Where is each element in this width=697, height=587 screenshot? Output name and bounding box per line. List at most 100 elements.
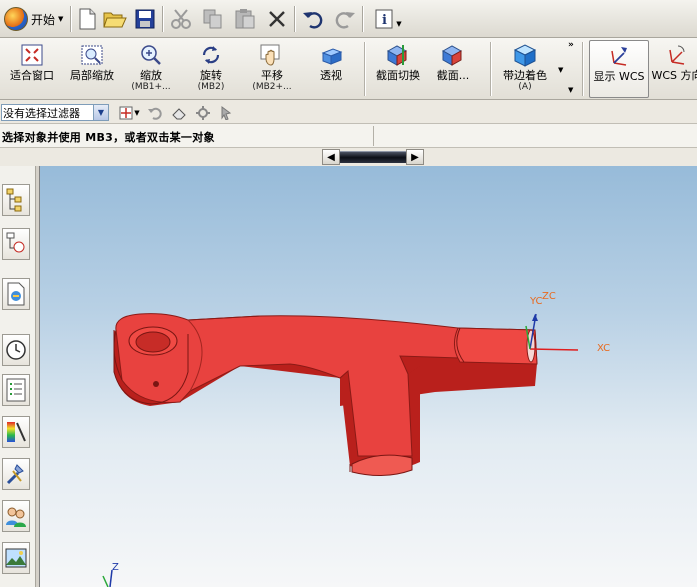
section-button[interactable]: 截面...: [432, 40, 474, 98]
shaded-with-edges-shortcut: (A): [518, 82, 532, 92]
chevron-down-icon: ▼: [396, 20, 402, 28]
assembly-tree-icon: [6, 188, 22, 212]
wcs-triad[interactable]: XC YC ZC: [525, 291, 610, 354]
constraint-icon: [6, 232, 25, 253]
eraser-icon: [172, 107, 186, 119]
delete-icon: [269, 11, 285, 27]
fit-view-button[interactable]: 适合窗口: [4, 40, 60, 98]
model-view: XC YC ZC Z: [102, 291, 610, 587]
toolbar-divider: [294, 6, 295, 32]
open-button[interactable]: [102, 6, 128, 32]
selection-option-button[interactable]: [194, 104, 212, 121]
select-all-button[interactable]: [170, 104, 188, 121]
display-wcs-button[interactable]: 显示 WCS: [589, 40, 649, 98]
wcs-x-label: XC: [597, 343, 610, 354]
web-browser-button[interactable]: [2, 500, 30, 532]
view-slider-strip: ◀ ▶: [0, 148, 697, 166]
prompt-bar: 选择对象并使用 MB3，或者双击某一对象: [0, 124, 697, 148]
open-folder-icon: [103, 12, 127, 28]
toolbar-divider: [362, 6, 363, 32]
shaded-with-edges-button[interactable]: 带边着色 (A): [496, 40, 554, 98]
new-file-button[interactable]: [74, 6, 100, 32]
perspective-button[interactable]: 透视: [308, 40, 354, 98]
wcs-y-label: YC: [529, 296, 543, 307]
cut-icon: [171, 9, 191, 29]
pan-label: 平移: [261, 69, 283, 82]
rotate-shortcut: (MB2): [197, 82, 225, 92]
slider-left-button[interactable]: ◀: [322, 149, 340, 165]
graphics-window[interactable]: XC YC ZC Z: [40, 166, 697, 587]
undo-selection-button[interactable]: [146, 104, 164, 121]
info-icon: i: [375, 9, 393, 29]
zoom-region-label: 局部缩放: [70, 69, 114, 82]
pan-button[interactable]: 平移 (MB2+...: [246, 40, 298, 98]
rotate-button[interactable]: 旋转 (MB2): [186, 40, 236, 98]
nx-window: 开始 ▼ i ▼ 适合窗口 局部缩放 缩放 (MB1+... 旋转 (MB2) …: [0, 0, 697, 587]
perspective-label: 透视: [320, 69, 342, 82]
start-logo-icon: [4, 7, 28, 31]
quick-access-bar: 开始 ▼ i ▼: [0, 0, 697, 38]
svg-text:i: i: [382, 13, 387, 28]
cursor-option-button[interactable]: [218, 104, 236, 121]
section-toggle-icon: [386, 45, 408, 66]
roles-button[interactable]: [2, 458, 30, 490]
part-navigator-button[interactable]: [2, 278, 30, 310]
chevron-down-icon[interactable]: ▼: [93, 105, 108, 120]
type-filter-select[interactable]: 没有选择过滤器 ▼: [1, 104, 109, 121]
section-label: 截面...: [436, 69, 470, 82]
pan-hand-icon: [260, 44, 280, 66]
slider-right-button[interactable]: ▶: [406, 149, 424, 165]
more-tools-chevron-icon[interactable]: »: [568, 40, 574, 50]
users-icon: [6, 507, 26, 527]
wcs-orient-button[interactable]: WCS 方向: [651, 40, 697, 98]
pan-shortcut: (MB2+...: [252, 82, 292, 92]
cut-button[interactable]: [168, 6, 194, 32]
ribbon-divider: [364, 42, 365, 96]
zoom-label: 缩放: [140, 69, 162, 82]
redo-button[interactable]: [332, 6, 358, 32]
status-divider: [373, 126, 374, 146]
library-list-icon: [6, 378, 26, 402]
save-icon: [135, 9, 155, 29]
new-file-icon: [79, 8, 96, 30]
snap-point-icon: [119, 106, 133, 119]
system-visualization-button[interactable]: [2, 542, 30, 574]
paste-button[interactable]: [232, 6, 258, 32]
info-menu-button[interactable]: i ▼: [368, 6, 408, 32]
part-document-icon: [7, 282, 25, 306]
slider-track[interactable]: [340, 151, 406, 163]
rotate-label: 旋转: [200, 69, 222, 82]
wcs-orient-label: WCS 方向: [651, 69, 697, 82]
snap-point-button[interactable]: ▼: [116, 104, 142, 121]
ribbon-divider: [490, 42, 491, 96]
redo-icon: [335, 12, 355, 29]
ribbon-divider: [582, 42, 583, 96]
gear-icon: [196, 105, 210, 120]
chevron-down-icon[interactable]: ▼: [558, 66, 563, 74]
assembly-navigator-button[interactable]: [2, 184, 30, 216]
toolbar-divider: [70, 6, 71, 32]
chevron-left-icon: ◀: [327, 151, 335, 163]
landscape-image-icon: [5, 548, 27, 568]
start-menu-button[interactable]: 开始 ▼: [2, 6, 66, 32]
zoom-region-button[interactable]: 局部缩放: [64, 40, 120, 98]
resource-bar: [0, 166, 36, 587]
undo-button[interactable]: [300, 6, 326, 32]
chevron-down-icon[interactable]: ▼: [568, 86, 573, 94]
absolute-z-label: Z: [112, 562, 119, 573]
delete-button[interactable]: [264, 6, 290, 32]
magnifier-icon: [141, 45, 161, 65]
history-button[interactable]: [2, 334, 30, 366]
display-wcs-label: 显示 WCS: [593, 70, 645, 83]
shaded-with-edges-label: 带边着色: [503, 69, 547, 82]
selection-bar: 没有选择过滤器 ▼ ▼: [0, 100, 697, 124]
reuse-library-button[interactable]: [2, 374, 30, 406]
copy-button[interactable]: [200, 6, 226, 32]
save-button[interactable]: [132, 6, 158, 32]
part-model[interactable]: [113, 313, 538, 476]
constraint-navigator-button[interactable]: [2, 228, 30, 260]
palette-button[interactable]: [2, 416, 30, 448]
prompt-text: 选择对象并使用 MB3，或者双击某一对象: [2, 131, 215, 144]
section-toggle-button[interactable]: 截面切换: [370, 40, 426, 98]
zoom-button[interactable]: 缩放 (MB1+...: [126, 40, 176, 98]
